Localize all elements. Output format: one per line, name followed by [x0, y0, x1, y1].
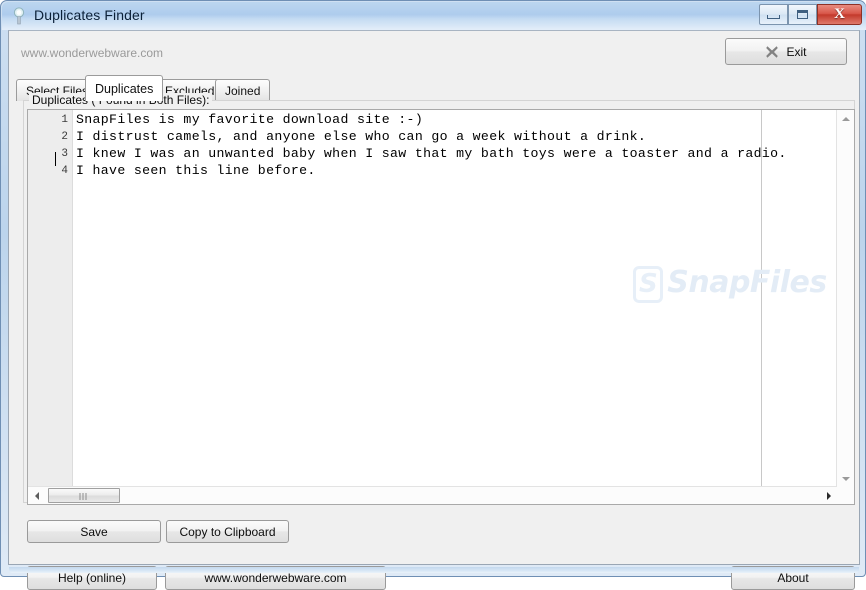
line-number: 2 — [61, 131, 68, 143]
close-icon: X — [834, 6, 845, 22]
scroll-up-button[interactable] — [837, 110, 854, 127]
header-url-label: www.wonderwebware.com — [21, 46, 164, 60]
title-bar: Duplicates Finder X — [2, 2, 866, 30]
text-line: SnapFiles is my favorite download site :… — [76, 112, 424, 127]
scroll-right-arrow-icon — [826, 491, 831, 500]
minimize-button[interactable] — [759, 4, 788, 25]
line-number: 1 — [61, 114, 68, 126]
magnifier-lamp-icon — [11, 7, 27, 25]
scroll-up-arrow-icon — [841, 116, 850, 121]
horizontal-scrollbar-thumb[interactable] — [48, 488, 120, 503]
scroll-down-button[interactable] — [837, 470, 854, 487]
maximize-button[interactable] — [788, 4, 817, 25]
x-mark-icon — [765, 45, 779, 59]
save-button[interactable]: Save — [27, 520, 161, 543]
copy-to-clipboard-button[interactable]: Copy to Clipboard — [166, 520, 289, 543]
right-margin-guide — [761, 110, 762, 504]
text-line: I knew I was an unwanted baby when I saw… — [76, 146, 787, 161]
scroll-right-button[interactable] — [820, 487, 837, 504]
maximize-icon — [797, 10, 808, 19]
client-area: www.wonderwebware.com Exit Select Files … — [8, 30, 860, 590]
window-title: Duplicates Finder — [34, 7, 145, 23]
horizontal-scrollbar[interactable] — [28, 486, 837, 504]
tab-label: Joined — [225, 83, 261, 98]
line-number-gutter: 1 2 3 4 — [28, 110, 73, 504]
text-line: I distrust camels, and anyone else who c… — [76, 129, 647, 144]
scrollbar-corner — [837, 487, 854, 504]
help-online-label: Help (online) — [57, 571, 127, 585]
exit-button[interactable]: Exit — [725, 38, 847, 65]
exit-button-label: Exit — [786, 44, 807, 59]
code-text-area[interactable]: S SnapFiles SnapFiles is my favorite down… — [73, 110, 854, 504]
scrollbar-grip-icon — [79, 493, 89, 500]
close-button[interactable]: X — [817, 4, 862, 25]
scroll-left-arrow-icon — [34, 491, 39, 500]
snapfiles-logo-mark: S — [633, 266, 664, 303]
tab-joined[interactable]: Joined — [215, 79, 271, 101]
duplicates-text-view[interactable]: 1 2 3 4 S SnapFiles SnapFiles is my favor… — [27, 109, 855, 505]
line-number: 3 — [61, 148, 68, 160]
save-button-label: Save — [80, 524, 108, 539]
snapfiles-watermark-text: SnapFiles — [667, 265, 827, 300]
tab-duplicates[interactable]: Duplicates — [85, 75, 164, 101]
copy-to-clipboard-label: Copy to Clipboard — [179, 524, 276, 539]
scroll-down-arrow-icon — [841, 476, 850, 481]
vertical-scrollbar[interactable] — [836, 110, 854, 487]
snapfiles-watermark: S SnapFiles — [633, 265, 827, 303]
website-button-label: www.wonderwebware.com — [204, 571, 347, 585]
line-number: 4 — [61, 165, 68, 177]
text-line: I have seen this line before. — [76, 163, 316, 178]
window-bottom-edge — [9, 567, 859, 573]
application-window: Duplicates Finder X www.wonderwebware.co… — [0, 0, 866, 590]
scroll-left-button[interactable] — [28, 487, 45, 504]
about-button-label: About — [777, 571, 809, 585]
text-caret — [55, 152, 56, 166]
minimize-icon — [767, 15, 780, 19]
tab-strip: Select Files Duplicates Excluded Joined — [16, 75, 854, 101]
tab-label: Duplicates — [95, 81, 154, 96]
